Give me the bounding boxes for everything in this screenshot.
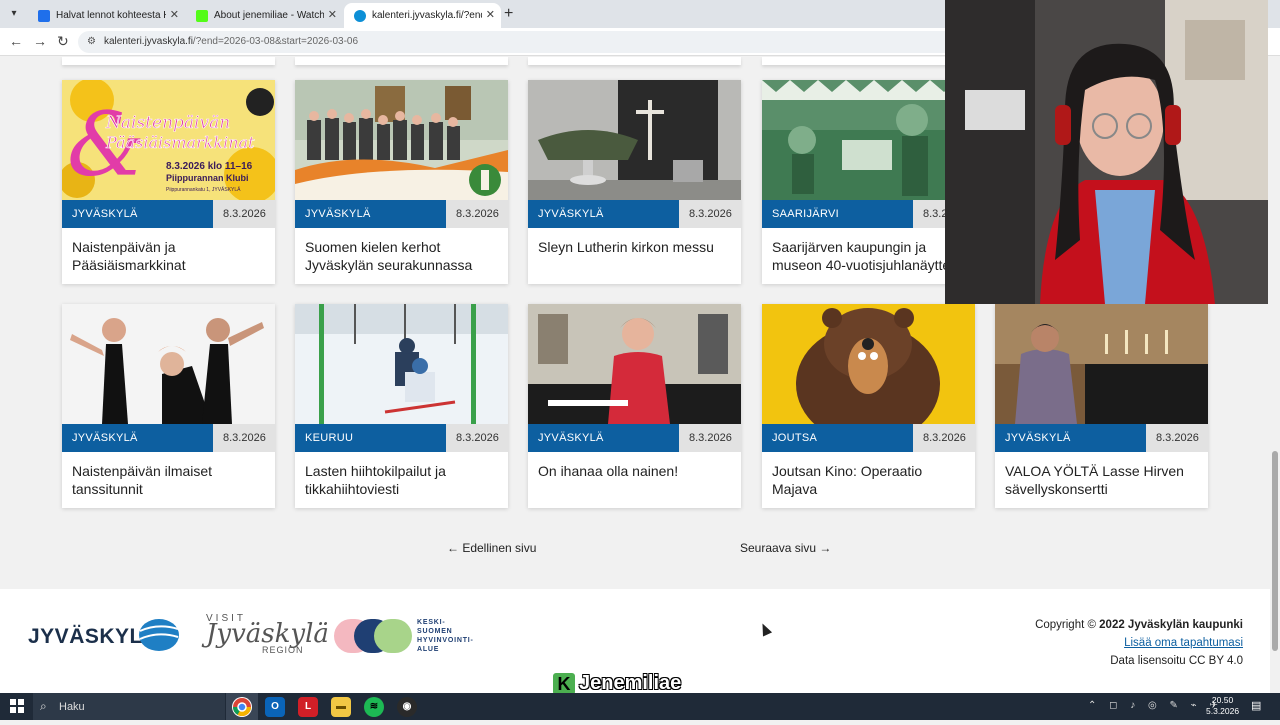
event-image	[995, 304, 1208, 424]
outlook-icon[interactable]: O	[265, 697, 285, 717]
event-location: JOUTSA	[762, 424, 913, 452]
event-location: JYVÄSKYLÄ	[528, 424, 679, 452]
event-location: JYVÄSKYLÄ	[528, 200, 679, 228]
notification-icon[interactable]: ▤	[1251, 699, 1261, 712]
event-title[interactable]: Suomen kielen kerhot Jyväskylän seurakun…	[305, 238, 501, 274]
card-bottom-edge	[762, 57, 975, 65]
event-location: KEURUU	[295, 424, 446, 452]
file-explorer-icon[interactable]: ▬	[331, 697, 351, 717]
license-text: Data lisensoitu CC BY 4.0	[1110, 655, 1243, 667]
page-scrollbar[interactable]	[1270, 57, 1280, 693]
event-location: SAARIJÄRVI	[762, 200, 913, 228]
next-page-link[interactable]: Seuraava sivu →	[740, 541, 831, 555]
event-title[interactable]: VALOA YÖLTÄ Lasse Hirven sävellyskonsert…	[1005, 462, 1201, 498]
copyright-text: Copyright © 2022 Jyväskylän kaupunki	[1035, 619, 1243, 631]
poster-line5: Piippurannankatu 1, JYVÄSKYLÄ	[166, 186, 241, 193]
browser-tab-active[interactable]: kalenteri.jyvaskyla.fi/?end=2026 ✕	[344, 3, 501, 28]
event-card[interactable]: JOUTSA 8.3.2026 Joutsan Kino: Operaatio …	[762, 304, 975, 508]
tab-favicon-icon	[38, 10, 50, 22]
card-bottom-edge	[295, 57, 508, 65]
event-date: 8.3.2026	[679, 424, 741, 452]
reload-icon[interactable]: ↻	[57, 33, 69, 50]
tab-search-icon[interactable]: ▾	[4, 4, 24, 24]
event-image	[762, 80, 975, 200]
event-image	[762, 304, 975, 424]
windows-taskbar: ⌕ Haku O L ▬ ≋ ◉ ⌃ ◻ ♪ ◎ ✎ ⌁ ✈ 20.50 5.3…	[0, 693, 1280, 720]
url-path: /?end=2026-03-08&start=2026-03-06	[192, 36, 359, 47]
event-card[interactable]: JYVÄSKYLÄ 8.3.2026 Sleyn Lutherin kirkon…	[528, 80, 741, 284]
tab-favicon-icon	[196, 10, 208, 22]
watermark-text: Jenemiliae	[579, 672, 682, 694]
obs-icon[interactable]: ◉	[397, 697, 417, 717]
poster-line2: Pääsiäismarkkinat	[105, 133, 255, 152]
footer-info: Copyright © 2022 Jyväskylän kaupunki Lis…	[1035, 616, 1243, 670]
app-l-icon[interactable]: L	[298, 697, 318, 717]
event-image	[528, 80, 741, 200]
card-bottom-edge	[528, 57, 741, 65]
event-title[interactable]: On ihanaa olla nainen!	[538, 462, 734, 480]
event-image	[528, 304, 741, 424]
taskbar-clock[interactable]: 20.50 5.3.2026	[1206, 695, 1239, 717]
event-location: JYVÄSKYLÄ	[295, 200, 446, 228]
event-title[interactable]: Lasten hiihtokilpailut ja tikkahiihtovie…	[305, 462, 501, 498]
event-date: 8.3.2026	[213, 200, 275, 228]
event-title[interactable]: Saarijärven kaupungin ja museon 40-vuoti…	[772, 238, 968, 274]
event-image	[295, 80, 508, 200]
streamer-webcam	[945, 0, 1268, 304]
close-icon[interactable]: ✕	[328, 8, 337, 21]
tab-favicon-icon	[354, 10, 366, 22]
event-location: JYVÄSKYLÄ	[62, 424, 213, 452]
event-location: JYVÄSKYLÄ	[995, 424, 1146, 452]
site-info-icon[interactable]: ⚙	[87, 36, 96, 47]
event-title[interactable]: Sleyn Lutherin kirkon messu	[538, 238, 734, 256]
event-image	[62, 304, 275, 424]
poster-line3: 8.3.2026 klo 11–16	[166, 161, 253, 172]
address-bar[interactable]: ⚙ kalenteri.jyvaskyla.fi/?end=2026-03-08…	[78, 31, 958, 53]
previous-page-link[interactable]: ← Edellinen sivu	[447, 541, 536, 555]
search-icon: ⌕	[40, 699, 47, 713]
visit-jyvaskyla-logo[interactable]: VISIT Jyväskylä REGION	[206, 613, 329, 657]
event-title[interactable]: Joutsan Kino: Operaatio Majava	[772, 462, 968, 498]
browser-tab[interactable]: Halvat lennot kohteesta Helsinki ✕	[28, 3, 185, 28]
event-card[interactable]: SAARIJÄRVI 8.3.2026 Saarijärven kaupungi…	[762, 80, 975, 284]
event-card[interactable]: JYVÄSKYLÄ 8.3.2026 On ihanaa olla nainen…	[528, 304, 741, 508]
event-date: 8.3.2026	[213, 424, 275, 452]
scrollbar-thumb[interactable]	[1272, 451, 1278, 651]
forward-icon[interactable]: →	[33, 33, 47, 49]
event-date: 8.3.2026	[679, 200, 741, 228]
poster-line1: Naistenpäivän	[105, 113, 230, 133]
event-date: 8.3.2026	[913, 424, 975, 452]
event-card[interactable]: KEURUU 8.3.2026 Lasten hiihtokilpailut j…	[295, 304, 508, 508]
browser-tab[interactable]: About jenemiliae - Watch Live on ✕	[186, 3, 343, 28]
event-location: JYVÄSKYLÄ	[62, 200, 213, 228]
chrome-icon[interactable]	[232, 697, 252, 717]
add-event-link[interactable]: Lisää oma tapahtumasi	[1124, 637, 1243, 649]
event-image	[295, 304, 508, 424]
close-icon[interactable]: ✕	[486, 8, 495, 21]
hyvinvointialue-logo[interactable]: KESKI- SUOMEN HYVINVOINTI- ALUE	[334, 615, 484, 655]
event-card[interactable]: JYVÄSKYLÄ 8.3.2026 VALOA YÖLTÄ Lasse Hir…	[995, 304, 1208, 508]
event-card[interactable]: JYVÄSKYLÄ 8.3.2026 Suomen kielen kerhot …	[295, 80, 508, 284]
taskbar-search[interactable]: ⌕ Haku	[33, 693, 225, 720]
poster-line4: Piippurannan Klubi	[166, 173, 249, 183]
back-icon[interactable]: ←	[9, 33, 23, 49]
event-card[interactable]: & Naistenpäivän Pääsiäismarkkinat 8.3.20…	[62, 80, 275, 284]
system-tray-icons[interactable]: ⌃ ◻ ♪ ◎ ✎ ⌁ ✈	[1088, 700, 1223, 711]
event-date: 8.3.2026	[446, 424, 508, 452]
event-card[interactable]: JYVÄSKYLÄ 8.3.2026 Naistenpäivän ilmaise…	[62, 304, 275, 508]
spotify-icon[interactable]: ≋	[364, 697, 384, 717]
close-icon[interactable]: ✕	[170, 8, 179, 21]
kick-logo-icon: K	[553, 673, 575, 695]
card-bottom-edge	[62, 57, 275, 65]
event-date: 8.3.2026	[1146, 424, 1208, 452]
new-tab-button[interactable]: +	[504, 5, 513, 23]
event-title[interactable]: Naistenpäivän ilmaiset tanssitunnit	[72, 462, 268, 498]
wave-logo-icon	[139, 619, 179, 651]
url-host: kalenteri.jyvaskyla.fi	[104, 36, 193, 47]
jyvaskyla-logo[interactable]: JYVÄSKYLÄ	[28, 617, 180, 653]
windows-start-icon[interactable]	[10, 699, 24, 713]
event-image: & Naistenpäivän Pääsiäismarkkinat 8.3.20…	[62, 80, 275, 200]
event-date: 8.3.2026	[446, 200, 508, 228]
event-title[interactable]: Naistenpäivän ja Pääsiäismarkkinat	[72, 238, 268, 274]
